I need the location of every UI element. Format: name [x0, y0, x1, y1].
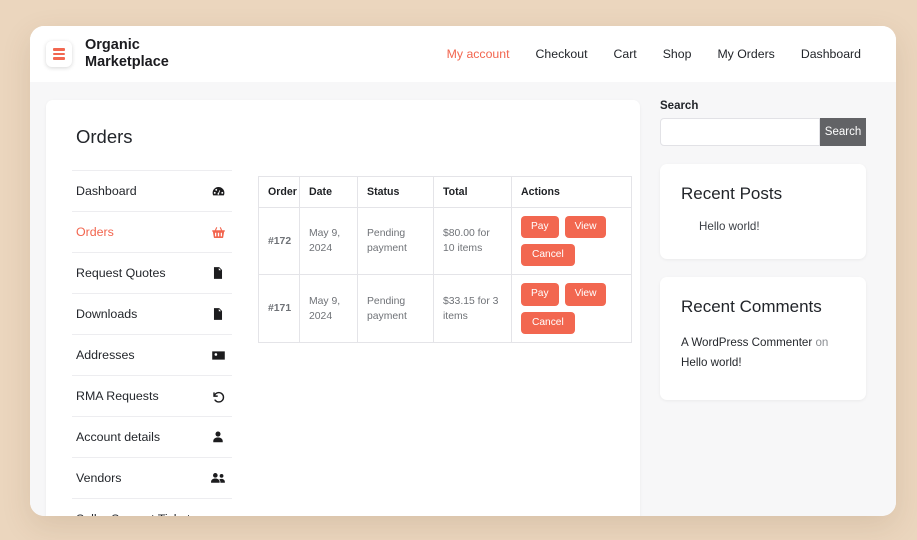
site-header: Organic Marketplace My account Checkout …: [30, 26, 896, 82]
comment-connector: on: [815, 336, 829, 349]
sidebar-item-seller-support-tickets[interactable]: Seller Support Tickets: [72, 499, 232, 516]
cell-status: Pending payment: [357, 274, 434, 343]
sidebar-item-label: Downloads: [76, 307, 138, 321]
column-header-total: Total: [433, 176, 512, 208]
orders-table-wrapper: Order Date Status Total Actions #172 May…: [258, 170, 632, 516]
nav-link-my-account[interactable]: My account: [447, 47, 510, 61]
page-title: Orders: [76, 126, 133, 147]
brand-name: Organic Marketplace: [85, 36, 169, 70]
table-row: #172 May 9, 2024 Pending payment $80.00 …: [258, 206, 632, 276]
search-widget-label: Search: [660, 100, 699, 112]
cancel-button[interactable]: Cancel: [521, 244, 575, 267]
sidebar-widgets: Search Search Recent Posts Hello world! …: [660, 100, 866, 400]
document-icon: [210, 265, 226, 281]
shopping-basket-icon: [210, 224, 226, 240]
cell-date: May 9, 2024: [299, 274, 358, 343]
cell-date: May 9, 2024: [299, 206, 358, 276]
users-icon: [210, 470, 226, 486]
ticket-icon: [210, 511, 226, 516]
recent-comments-title: Recent Comments: [681, 297, 822, 316]
list-item: A WordPress Commenter on Hello world!: [681, 333, 845, 374]
cell-actions: Pay View Cancel: [511, 206, 632, 276]
sidebar-item-label: Seller Support Tickets: [76, 512, 197, 516]
table-row: #171 May 9, 2024 Pending payment $33.15 …: [258, 274, 632, 343]
sidebar-item-vendors[interactable]: Vendors: [72, 458, 232, 499]
pay-button[interactable]: Pay: [521, 283, 559, 306]
sidebar-item-label: Account details: [76, 430, 161, 444]
search-button[interactable]: Search: [820, 118, 866, 146]
download-document-icon: [210, 306, 226, 322]
cell-order-number: #172: [258, 206, 300, 276]
cell-status: Pending payment: [357, 206, 434, 276]
comment-author-link[interactable]: A WordPress Commenter: [681, 336, 812, 349]
address-card-icon: [210, 347, 226, 363]
brand[interactable]: Organic Marketplace: [46, 37, 175, 71]
nav-link-my-orders[interactable]: My Orders: [717, 47, 774, 61]
column-header-actions: Actions: [511, 176, 632, 208]
sidebar-item-rma-requests[interactable]: RMA Requests: [72, 376, 232, 417]
account-sidebar-nav: Dashboard Orders Request Quotes Download…: [72, 170, 232, 516]
account-main-card: Orders Dashboard Orders Request Quotes D…: [46, 100, 640, 516]
nav-link-checkout[interactable]: Checkout: [536, 47, 588, 61]
sidebar-item-downloads[interactable]: Downloads: [72, 294, 232, 335]
orders-table: Order Date Status Total Actions #172 May…: [258, 176, 632, 343]
recent-posts-widget: Recent Posts Hello world!: [660, 164, 866, 259]
cancel-button[interactable]: Cancel: [521, 311, 575, 334]
table-header-row: Order Date Status Total Actions: [258, 176, 632, 208]
nav-link-dashboard[interactable]: Dashboard: [801, 47, 861, 61]
sidebar-item-label: Vendors: [76, 471, 122, 485]
column-header-order: Order: [258, 176, 300, 208]
sidebar-item-dashboard[interactable]: Dashboard: [72, 170, 232, 212]
sidebar-item-label: Request Quotes: [76, 266, 166, 280]
cell-order-number: #171: [258, 274, 300, 343]
search-input[interactable]: [660, 118, 820, 146]
nav-link-cart[interactable]: Cart: [613, 47, 636, 61]
view-button[interactable]: View: [564, 216, 607, 239]
cell-total: $33.15 for 3 items: [433, 274, 512, 343]
hamburger-bars-icon[interactable]: [46, 41, 72, 67]
search-widget: Search Search: [660, 100, 866, 146]
pay-button[interactable]: Pay: [521, 216, 559, 239]
undo-arrow-icon: [210, 388, 226, 404]
recent-comments-widget: Recent Comments A WordPress Commenter on…: [660, 277, 866, 400]
column-header-status: Status: [357, 176, 434, 208]
cell-total: $80.00 for 10 items: [433, 206, 512, 276]
sidebar-item-label: Orders: [76, 225, 114, 239]
speedometer-icon: [210, 183, 226, 199]
nav-link-shop[interactable]: Shop: [663, 47, 692, 61]
main-nav: My account Checkout Cart Shop My Orders …: [447, 47, 861, 61]
browser-window: Organic Marketplace My account Checkout …: [30, 26, 896, 516]
recent-posts-title: Recent Posts: [681, 184, 783, 203]
sidebar-item-account-details[interactable]: Account details: [72, 417, 232, 458]
page-body: Orders Dashboard Orders Request Quotes D…: [30, 82, 896, 516]
sidebar-item-orders[interactable]: Orders: [72, 212, 232, 253]
recent-post-link[interactable]: Hello world!: [699, 220, 845, 233]
cell-actions: Pay View Cancel: [511, 274, 632, 343]
user-icon: [210, 429, 226, 445]
comment-post-link[interactable]: Hello world!: [681, 356, 742, 369]
sidebar-item-label: Addresses: [76, 348, 135, 362]
view-button[interactable]: View: [564, 283, 607, 306]
sidebar-item-label: RMA Requests: [76, 389, 159, 403]
sidebar-item-addresses[interactable]: Addresses: [72, 335, 232, 376]
sidebar-item-request-quotes[interactable]: Request Quotes: [72, 253, 232, 294]
column-header-date: Date: [299, 176, 358, 208]
sidebar-item-label: Dashboard: [76, 184, 137, 198]
